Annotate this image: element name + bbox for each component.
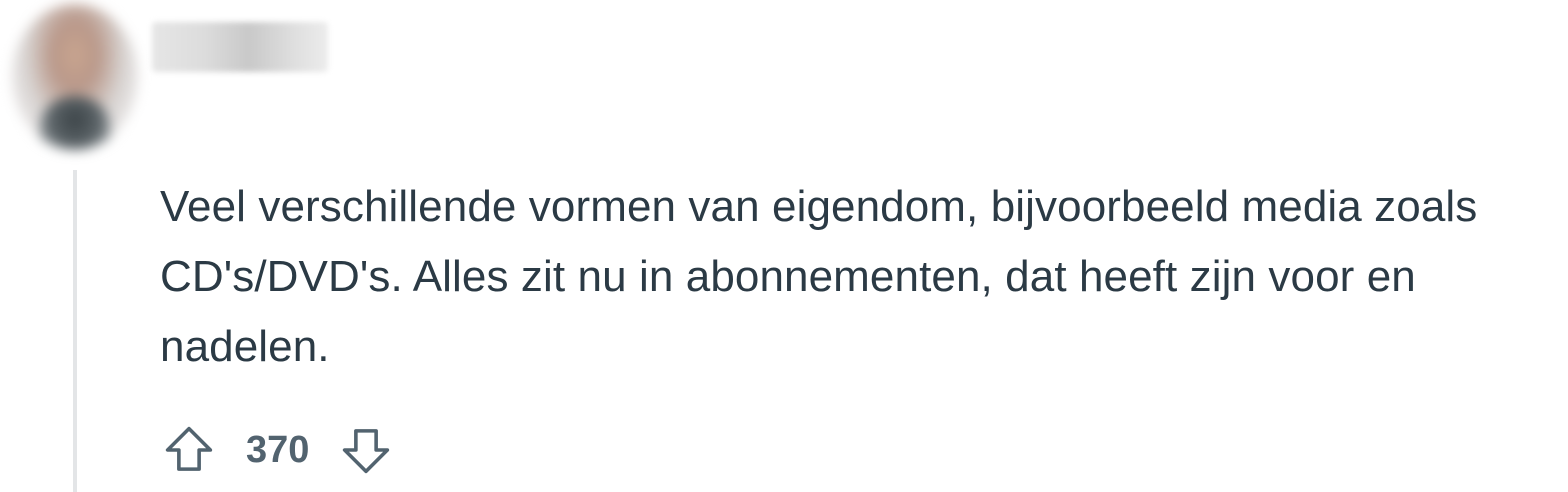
downvote-icon: [343, 429, 390, 474]
comment-text: Veel verschillende vormen van eigendom, …: [160, 182, 1478, 371]
upvote-button[interactable]: [160, 421, 218, 479]
upvote-icon: [165, 426, 213, 471]
vote-bar: 370: [160, 418, 395, 482]
avatar-figure: [40, 96, 110, 150]
downvote-button[interactable]: [337, 421, 395, 479]
avatar[interactable]: [12, 4, 138, 150]
vote-score: 370: [246, 428, 310, 471]
username[interactable]: [152, 22, 328, 72]
thread-line[interactable]: [73, 170, 77, 492]
